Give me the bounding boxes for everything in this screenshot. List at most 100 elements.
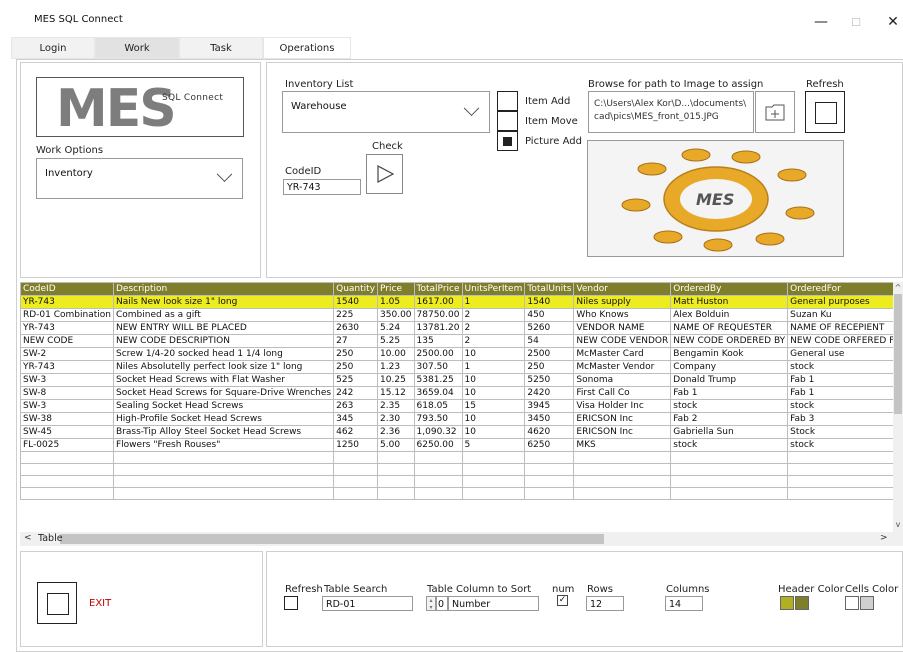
tab-work[interactable]: Work <box>95 37 179 59</box>
close-button[interactable]: ✕ <box>873 8 903 36</box>
table-cell[interactable]: NEW CODE VENDOR <box>573 334 672 348</box>
header-color-swatch-1[interactable] <box>780 596 794 610</box>
table-cell[interactable]: McMaster Vendor <box>573 360 672 374</box>
table-cell[interactable] <box>377 475 415 488</box>
table-cell[interactable]: stock <box>787 399 893 413</box>
table-cell[interactable]: Fab 1 <box>787 373 893 387</box>
table-cell[interactable]: 1,090.32 <box>413 425 463 439</box>
table-row[interactable]: SW-38 High-Profile Socket Head Screws 345 2… <box>20 412 893 426</box>
table-cell[interactable]: NEW CODE DESCRIPTION <box>112 334 335 348</box>
table-cell[interactable]: Stock <box>787 425 893 439</box>
table-cell[interactable]: Company <box>670 360 789 374</box>
table-cell[interactable]: Fab 1 <box>670 386 789 400</box>
table-cell[interactable]: 135 <box>413 334 463 348</box>
table-cell[interactable]: 5.00 <box>377 438 415 452</box>
table-cell[interactable]: 5.25 <box>377 334 415 348</box>
table-cell[interactable]: Nails New look size 1" long <box>112 295 335 309</box>
table-cell[interactable]: 15.12 <box>377 386 415 400</box>
table-cell[interactable]: Bengamin Kook <box>670 347 789 361</box>
chevron-down-icon[interactable] <box>206 159 242 198</box>
table-row[interactable] <box>20 475 893 488</box>
table-cell[interactable]: VENDOR NAME <box>573 321 672 335</box>
table-cell[interactable]: Fab 1 <box>787 386 893 400</box>
table-cell[interactable] <box>413 451 463 464</box>
tab-operations[interactable]: Operations <box>263 37 351 59</box>
work-options-select[interactable]: Inventory <box>36 158 243 199</box>
scroll-up-icon[interactable]: ^ <box>893 283 903 293</box>
table-cell[interactable]: 2500 <box>524 347 575 361</box>
table-cell[interactable]: 5381.25 <box>413 373 463 387</box>
table-cell[interactable] <box>573 475 672 488</box>
table-cell[interactable]: SW-45 <box>20 425 114 439</box>
table-cell[interactable]: NAME OF REQUESTER <box>670 321 789 335</box>
table-cell[interactable]: 618.05 <box>413 399 463 413</box>
cells-color-swatch-1[interactable] <box>845 596 859 610</box>
table-row[interactable] <box>20 451 893 464</box>
table-cell[interactable]: 250 <box>333 347 379 361</box>
table-cell[interactable]: 10.00 <box>377 347 415 361</box>
table-cell[interactable]: Socket Head Screws for Square-Drive Wren… <box>112 386 335 400</box>
table-cell[interactable] <box>377 487 415 500</box>
column-header[interactable]: Quantity <box>333 282 379 296</box>
table-cell[interactable]: 13781.20 <box>413 321 463 335</box>
table-cell[interactable]: Fab 2 <box>670 412 789 426</box>
table-row[interactable]: FL-0025 Flowers "Fresh Rouses" 1250 5.00 625… <box>20 438 893 452</box>
table-cell[interactable]: NEW CODE ORDERED BY <box>670 334 789 348</box>
table-cell[interactable]: SW-2 <box>20 347 114 361</box>
table-cell[interactable]: 525 <box>333 373 379 387</box>
column-header[interactable]: TotalUnits <box>524 282 575 296</box>
table-cell[interactable] <box>20 451 114 464</box>
table-cell[interactable]: Niles supply <box>573 295 672 309</box>
table-cell[interactable]: YR-743 <box>20 295 114 309</box>
table-cell[interactable] <box>112 451 335 464</box>
table-cell[interactable]: stock <box>787 360 893 374</box>
table-cell[interactable]: 2 <box>461 308 526 322</box>
table-cell[interactable]: Fab 3 <box>787 412 893 426</box>
table-cell[interactable] <box>573 463 672 476</box>
table-cell[interactable]: 263 <box>333 399 379 413</box>
table-cell[interactable] <box>670 463 789 476</box>
horizontal-scroll-thumb[interactable] <box>60 534 604 544</box>
table-cell[interactable] <box>461 487 526 500</box>
table-cell[interactable] <box>112 487 335 500</box>
scroll-right-icon[interactable]: > <box>880 533 888 543</box>
table-search-input[interactable]: RD-01 <box>322 596 413 611</box>
table-cell[interactable]: 2420 <box>524 386 575 400</box>
sort-column-input[interactable]: Number <box>448 596 539 611</box>
table-cell[interactable]: 2500.00 <box>413 347 463 361</box>
scroll-down-icon[interactable]: v <box>893 520 903 530</box>
table-cell[interactable] <box>787 463 893 476</box>
table-cell[interactable] <box>333 451 379 464</box>
table-cell[interactable]: stock <box>670 438 789 452</box>
table-cell[interactable]: 10 <box>461 386 526 400</box>
table-cell[interactable] <box>573 451 672 464</box>
table-cell[interactable] <box>524 451 575 464</box>
table-cell[interactable]: Brass-Tip Alloy Steel Socket Head Screws <box>112 425 335 439</box>
table-cell[interactable]: stock <box>670 399 789 413</box>
table-cell[interactable]: 345 <box>333 412 379 426</box>
table-cell[interactable]: 10 <box>461 373 526 387</box>
table-cell[interactable] <box>112 475 335 488</box>
codeid-input[interactable]: YR-743 <box>283 179 361 195</box>
table-cell[interactable]: YR-743 <box>20 321 114 335</box>
table-cell[interactable] <box>377 463 415 476</box>
table-cell[interactable]: Sealing Socket Head Screws <box>112 399 335 413</box>
table-cell[interactable]: 793.50 <box>413 412 463 426</box>
table-cell[interactable] <box>461 463 526 476</box>
column-header[interactable]: OrderedFor <box>787 282 893 296</box>
table-cell[interactable]: 5250 <box>524 373 575 387</box>
table-cell[interactable]: NEW CODE ORFERED FOR <box>787 334 893 348</box>
table-row[interactable]: NEW CODE NEW CODE DESCRIPTION 27 5.25 135 2 54… <box>20 334 893 348</box>
table-row[interactable]: SW-2 Screw 1/4-20 socked head 1 1/4 long 2… <box>20 347 893 361</box>
table-cell[interactable]: 350.00 <box>377 308 415 322</box>
table-row[interactable]: RD-01 Combination Combined as a gift 225 35… <box>20 308 893 322</box>
table-cell[interactable]: Matt Huston <box>670 295 789 309</box>
column-header[interactable]: TotalPrice <box>413 282 463 296</box>
table-cell[interactable]: 27 <box>333 334 379 348</box>
cells-color-swatch-2[interactable] <box>860 596 874 610</box>
table-cell[interactable]: SW-3 <box>20 399 114 413</box>
vertical-scroll-thumb[interactable] <box>894 294 902 414</box>
table-cell[interactable] <box>413 475 463 488</box>
table-cell[interactable] <box>787 487 893 500</box>
table-cell[interactable]: ERICSON Inc <box>573 425 672 439</box>
